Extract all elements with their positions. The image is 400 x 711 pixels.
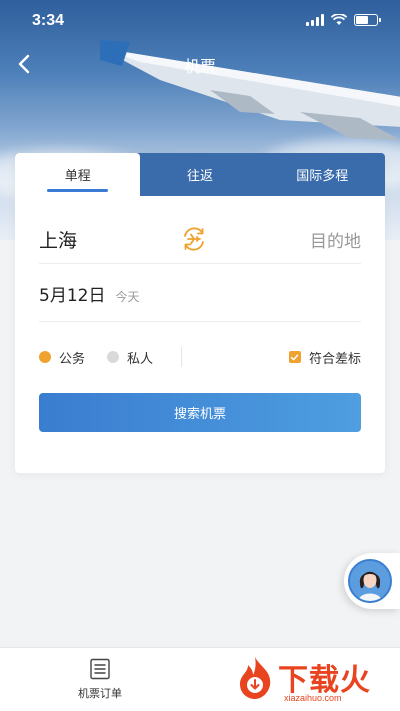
avatar xyxy=(348,559,392,603)
policy-label: 符合差标 xyxy=(308,351,361,367)
flame-logo-icon xyxy=(240,657,271,699)
status-icons xyxy=(306,14,381,26)
tab-round-trip[interactable]: 往返 xyxy=(140,153,259,196)
swap-cities-button[interactable] xyxy=(179,224,209,254)
orders-label: 机票订单 xyxy=(78,687,122,700)
page-title: 机票 xyxy=(183,57,216,76)
checkbox-checked-icon xyxy=(288,351,301,363)
document-list-icon xyxy=(90,658,110,680)
status-bar: 3:34 xyxy=(0,0,400,44)
tab-multi-city[interactable]: 国际多程 xyxy=(260,153,385,196)
departure-date: 5月12日 xyxy=(39,286,106,306)
tab-one-way[interactable]: 单程 xyxy=(15,153,141,196)
flight-search-card: 单程 往返 国际多程 上海 目的地 5月12日 今天 公务 私人 符合差标 搜索… xyxy=(15,153,385,473)
plane-swap-icon xyxy=(183,227,204,251)
watermark: 下载火 xiazaihuo.com xyxy=(234,655,394,709)
route-row: 上海 目的地 xyxy=(39,215,361,263)
radio-personal[interactable]: 私人 xyxy=(107,348,153,367)
divider xyxy=(39,321,361,322)
radio-label: 私人 xyxy=(127,351,154,367)
radio-business[interactable]: 公务 xyxy=(39,348,85,367)
date-note: 今天 xyxy=(115,290,140,304)
arrival-city[interactable]: 目的地 xyxy=(310,227,361,252)
flight-orders-tab[interactable]: 机票订单 xyxy=(70,658,130,701)
status-time: 3:34 xyxy=(32,12,65,29)
departure-city[interactable]: 上海 xyxy=(39,226,77,253)
date-row[interactable]: 5月12日 今天 xyxy=(39,281,361,317)
travel-type-row: 公务 私人 符合差标 xyxy=(39,345,361,369)
radio-label: 公务 xyxy=(59,351,86,367)
radio-selected-icon xyxy=(39,351,51,363)
watermark-url: xiazaihuo.com xyxy=(284,693,342,703)
signal-icon xyxy=(306,14,324,26)
radio-unselected-icon xyxy=(107,351,120,363)
divider xyxy=(39,263,361,264)
divider xyxy=(181,347,183,367)
policy-checkbox[interactable]: 符合差标 xyxy=(288,348,361,367)
nav-bar: 机票 xyxy=(0,44,400,84)
wifi-icon xyxy=(331,14,347,25)
search-flights-button[interactable]: 搜索机票 xyxy=(39,393,361,432)
customer-service-button[interactable] xyxy=(344,553,400,609)
battery-icon xyxy=(354,14,381,26)
trip-type-tabs: 单程 往返 国际多程 xyxy=(15,153,385,196)
